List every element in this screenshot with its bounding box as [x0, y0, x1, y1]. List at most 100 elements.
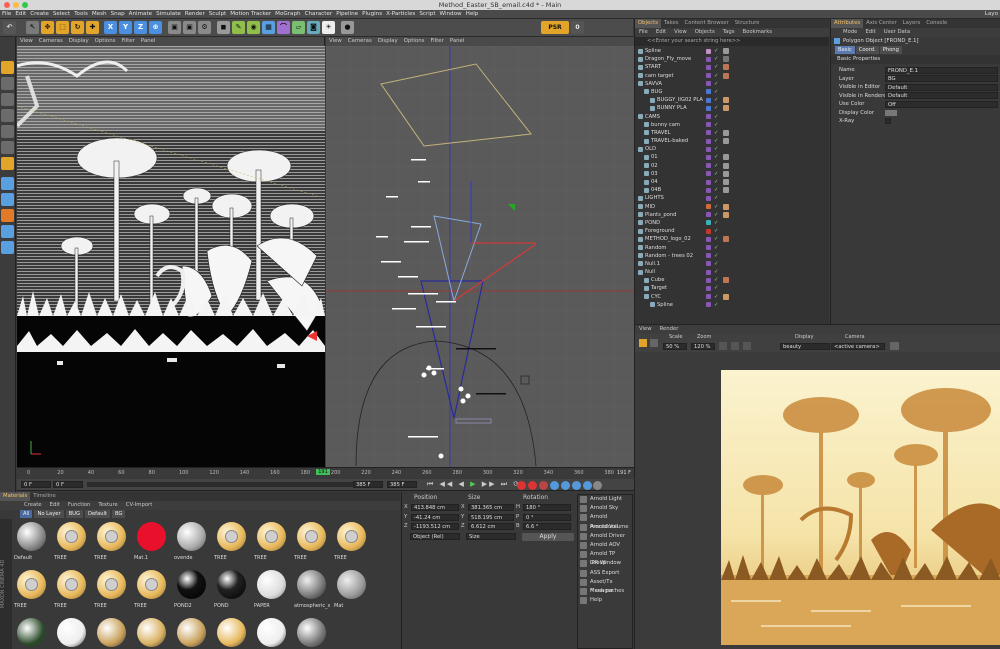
tab-axis-center[interactable]: Axis Center — [863, 19, 900, 28]
plugin-menu-item-ipr-window[interactable]: IPR Window — [578, 559, 632, 568]
material-swatch[interactable]: TREE — [334, 522, 368, 568]
menu-mesh[interactable]: Mesh — [90, 10, 109, 18]
object-menu-file[interactable]: File — [635, 28, 652, 37]
visible-check-icon[interactable]: ✓ — [714, 276, 719, 284]
object-row[interactable]: POND ✓ — [635, 219, 829, 227]
live-select-icon[interactable]: ↖ — [26, 21, 39, 34]
material-swatch[interactable]: TREE — [94, 522, 128, 568]
visible-check-icon[interactable]: ✓ — [714, 219, 719, 227]
viewport-left-menu-panel[interactable]: Panel — [138, 37, 159, 46]
menu-x-particles[interactable]: X-Particles — [384, 10, 417, 18]
material-menu-function[interactable]: Function — [64, 501, 95, 510]
zoom-window-button[interactable] — [22, 2, 28, 8]
make-editable-icon[interactable] — [1, 61, 14, 74]
layer-color-icon[interactable] — [706, 285, 711, 291]
object-tag-icon[interactable] — [723, 277, 729, 284]
object-row[interactable]: cam target ✓ — [635, 72, 829, 80]
object-tag-icon[interactable] — [723, 56, 729, 63]
rgb-icon[interactable] — [719, 342, 727, 350]
visible-check-icon[interactable]: ✓ — [714, 301, 719, 309]
visible-check-icon[interactable]: ✓ — [714, 268, 719, 276]
perspective-viewport[interactable]: View Cameras Display Options Filter Panel — [17, 37, 325, 467]
object-tag-icon[interactable] — [723, 72, 729, 79]
material-swatch[interactable]: Default — [14, 522, 48, 568]
plugin-menu-item-arnold-sky[interactable]: Arnold Sky — [578, 504, 632, 513]
menu-help[interactable]: Help — [464, 10, 481, 18]
layer-color-icon[interactable] — [706, 122, 711, 128]
axis-x-button[interactable]: X — [104, 21, 117, 34]
plugin-menu-item-arnold-driver[interactable]: Arnold Driver — [578, 532, 632, 541]
layer-color-icon[interactable] — [706, 163, 711, 169]
material-menu-create[interactable]: Create — [20, 501, 46, 510]
viewport-right-menu-cameras[interactable]: Cameras — [345, 37, 375, 46]
max-frame-field[interactable]: 385 F — [387, 481, 417, 488]
menu-select[interactable]: Select — [51, 10, 72, 18]
material-swatch[interactable]: Mat — [334, 570, 368, 616]
coordinate-mode-select[interactable]: Object (Rel) — [410, 533, 460, 540]
visible-check-icon[interactable]: ✓ — [714, 145, 719, 153]
visible-check-icon[interactable]: ✓ — [714, 235, 719, 243]
tab-content-browser[interactable]: Content Browser — [682, 19, 732, 28]
object-tag-icon[interactable] — [723, 179, 729, 185]
display-color-swatch[interactable] — [885, 109, 897, 116]
floor-icon[interactable]: ▱ — [292, 21, 305, 34]
minimize-window-button[interactable] — [13, 2, 19, 8]
workplane-icon[interactable] — [1, 109, 14, 122]
object-row[interactable]: Null ✓ — [635, 268, 829, 276]
object-row[interactable]: TRAVEL-baked ✓ — [635, 137, 829, 145]
layer-filter-bg[interactable]: BG — [111, 510, 126, 518]
points-mode-icon[interactable] — [1, 125, 14, 138]
move-tool-icon[interactable]: ✥ — [41, 21, 54, 34]
visible-check-icon[interactable]: ✓ — [714, 178, 719, 186]
cube-primitive-icon[interactable]: ◼ — [217, 21, 230, 34]
coord-pos-field[interactable]: -1193.512 cm — [411, 523, 459, 530]
object-row[interactable]: Spline ✓ — [635, 47, 829, 55]
coordinate-system-icon[interactable]: ⊕ — [149, 21, 162, 34]
object-row[interactable]: Foreground ✓ — [635, 227, 829, 235]
min-frame-field[interactable]: 0 F — [21, 481, 51, 488]
tab-takes[interactable]: Takes — [661, 19, 682, 28]
material-swatch[interactable]: TREE — [54, 570, 88, 616]
object-row[interactable]: BUGGY_IIG02 PLA ✓ — [635, 96, 829, 104]
tab-layers[interactable]: Layers — [900, 19, 924, 28]
material-swatch[interactable] — [134, 618, 168, 649]
visible-check-icon[interactable]: ✓ — [714, 80, 719, 88]
object-tag-icon[interactable] — [723, 129, 729, 136]
attribute-subtab-phong[interactable]: Phong — [879, 46, 902, 54]
edges-mode-icon[interactable] — [1, 141, 14, 154]
attribute-menu-user-data[interactable]: User Data — [880, 28, 914, 37]
menu-window[interactable]: Window — [438, 10, 464, 18]
tab-attributes[interactable]: Attributes — [831, 19, 864, 28]
layer-color-icon[interactable] — [706, 154, 711, 160]
object-row[interactable]: 04 ✓ — [635, 178, 829, 186]
visible-check-icon[interactable]: ✓ — [714, 113, 719, 121]
viewport-left-menu-cameras[interactable]: Cameras — [36, 37, 66, 46]
object-tag-icon[interactable] — [723, 211, 729, 218]
object-row[interactable]: Random - trees 02 ✓ — [635, 252, 829, 260]
model-mode-icon[interactable] — [1, 77, 14, 90]
display-select[interactable]: beauty — [780, 343, 830, 350]
coord-rot-field[interactable]: 0 ° — [523, 513, 571, 521]
array-icon[interactable]: ▦ — [262, 21, 275, 34]
visible-check-icon[interactable]: ✓ — [714, 284, 719, 292]
layer-color-icon[interactable] — [706, 138, 711, 144]
layer-color-icon[interactable] — [706, 146, 711, 152]
object-tag-icon[interactable] — [723, 293, 729, 300]
object-row[interactable]: Cube ✓ — [635, 276, 829, 284]
subdivision-surface-icon[interactable]: ◉ — [247, 21, 260, 34]
visible-check-icon[interactable]: ✓ — [714, 203, 719, 211]
layer-color-icon[interactable] — [706, 245, 711, 250]
visible-check-icon[interactable]: ✓ — [714, 252, 719, 260]
object-tag-icon[interactable] — [723, 203, 729, 210]
undo-icon[interactable]: ↶ — [3, 21, 16, 34]
rotate-tool-icon[interactable]: ↻ — [71, 21, 84, 34]
axis-z-button[interactable]: Z — [134, 21, 147, 34]
viewport-right-menu-display[interactable]: Display — [375, 37, 401, 46]
arnold-icon[interactable]: ● — [341, 21, 354, 34]
material-swatch[interactable] — [174, 618, 208, 649]
object-menu-objects[interactable]: Objects — [691, 28, 719, 37]
render-picture-viewer-icon[interactable]: ▣ — [183, 21, 196, 34]
layer-filter-all[interactable]: All — [20, 510, 33, 518]
visible-check-icon[interactable]: ✓ — [714, 88, 719, 96]
visible-check-icon[interactable]: ✓ — [714, 121, 719, 129]
